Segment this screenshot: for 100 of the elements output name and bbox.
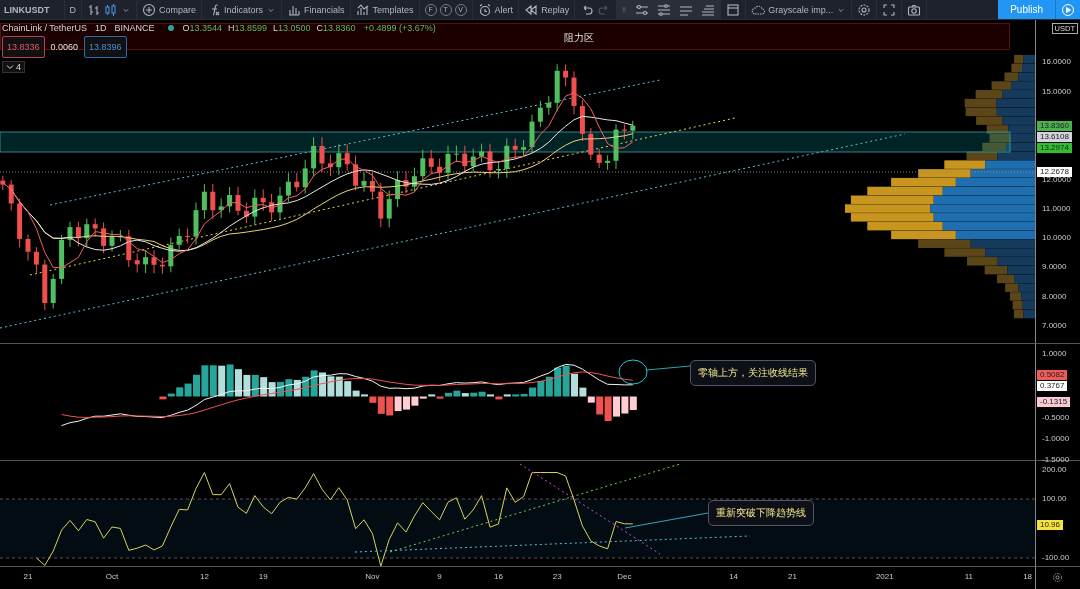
candle: [168, 237, 174, 273]
candle: [327, 154, 333, 177]
axis-label: 8.0000: [1042, 291, 1067, 302]
candle: [235, 186, 241, 216]
axis-label: 100.00: [1042, 494, 1067, 504]
axis-label: 200.00: [1042, 464, 1067, 475]
candle: [521, 139, 527, 158]
rewind-icon[interactable]: [524, 2, 539, 17]
candle: [596, 148, 602, 169]
status-dot: [168, 25, 175, 31]
candle: [42, 259, 48, 311]
fullscreen-icon[interactable]: [882, 2, 897, 17]
settings-icon[interactable]: [857, 2, 872, 17]
candle: [495, 160, 501, 180]
alert-button[interactable]: Alert: [472, 0, 520, 19]
time-label: 21: [787, 572, 797, 581]
time-label: 9: [437, 572, 442, 581]
candle: [92, 217, 98, 238]
candle: [294, 172, 300, 193]
camera-icon[interactable]: [907, 2, 922, 17]
candle: [67, 221, 73, 248]
highlight-ellipse: [618, 359, 648, 385]
candle: [311, 136, 317, 177]
candle: [470, 148, 476, 172]
candle: [579, 99, 585, 142]
interval-label: 1D: [94, 23, 107, 33]
candle: [319, 136, 325, 173]
candle: [378, 182, 384, 228]
candle: [260, 188, 266, 212]
price-marker: 10.96: [1037, 520, 1064, 531]
axis-label: -1.0000: [1042, 434, 1070, 444]
candle: [252, 188, 258, 225]
price-marker: 0.3767: [1037, 380, 1068, 391]
candle: [227, 186, 233, 213]
candle: [117, 229, 123, 243]
compare-button[interactable]: Compare: [137, 0, 202, 19]
candle: [462, 145, 468, 174]
templates-button[interactable]: Templates: [350, 0, 420, 19]
time-label: 21: [23, 572, 33, 581]
interval-button[interactable]: D: [64, 0, 82, 19]
candle: [336, 143, 342, 176]
candle: [243, 202, 249, 224]
candle: [143, 249, 149, 274]
candle: [361, 171, 367, 193]
plus-circle-icon[interactable]: [142, 2, 156, 17]
price-marker: 13.6108: [1037, 131, 1072, 142]
settings-icon[interactable]: [1052, 572, 1063, 583]
axis-label: 11.0000: [1042, 203, 1071, 214]
time-label: Oct: [105, 572, 119, 581]
candle: [201, 183, 207, 220]
price-marker: 13.2974: [1037, 142, 1072, 153]
bar-chart-icon[interactable]: [87, 2, 101, 17]
candle: [428, 149, 434, 175]
candle: [369, 171, 375, 200]
exchange-label: BINANCE: [114, 23, 155, 33]
candle: [277, 186, 283, 221]
candle: [546, 95, 552, 116]
window-icon[interactable]: [726, 2, 741, 17]
sell-price[interactable]: 13.8336: [2, 36, 45, 58]
candle: [126, 229, 132, 268]
time-label: Nov: [365, 572, 380, 581]
candle: [537, 100, 543, 128]
ohlc-value: L13.0500: [273, 23, 311, 33]
replay-button[interactable]: Replay: [519, 0, 576, 19]
candle: [151, 249, 157, 274]
candle: [529, 114, 535, 153]
templates-icon[interactable]: [355, 2, 370, 17]
alarm-clock-icon[interactable]: [477, 2, 492, 17]
symbol-label[interactable]: LINKUSDT: [0, 0, 65, 19]
annotation-note: 零轴上方，关注收线结果: [690, 360, 816, 386]
candle: [25, 234, 31, 262]
play-icon[interactable]: [1061, 2, 1075, 17]
candle: [210, 183, 216, 220]
candle: [50, 273, 56, 309]
financials-button[interactable]: Financials: [282, 0, 351, 19]
candle: [605, 154, 611, 171]
price-marker: -0.1315: [1037, 397, 1071, 408]
candle: [411, 167, 417, 192]
candle: [621, 123, 627, 140]
candle: [563, 63, 569, 87]
candle-icon[interactable]: [104, 2, 118, 17]
time-label: 18: [1023, 572, 1033, 581]
candle: [8, 179, 14, 212]
candle: [353, 155, 359, 191]
layout-dropdown[interactable]: Grayscale imp...: [746, 0, 853, 19]
axis-label: 12.0000: [1042, 174, 1071, 185]
collapse-toggle[interactable]: 4: [2, 61, 25, 73]
candle: [479, 143, 485, 163]
candle: [386, 189, 392, 228]
time-label: 2021: [875, 572, 894, 581]
spread-value: 0.0060: [50, 42, 79, 52]
buy-price[interactable]: 13.8396: [84, 36, 127, 58]
candle: [59, 234, 65, 285]
candle: [176, 228, 182, 251]
indicators-button[interactable]: Indicators: [202, 0, 283, 19]
candle: [403, 171, 409, 194]
candle: [571, 70, 577, 115]
candle: [84, 218, 90, 248]
axis-label: 15.0000: [1042, 86, 1071, 97]
candle: [487, 143, 493, 178]
